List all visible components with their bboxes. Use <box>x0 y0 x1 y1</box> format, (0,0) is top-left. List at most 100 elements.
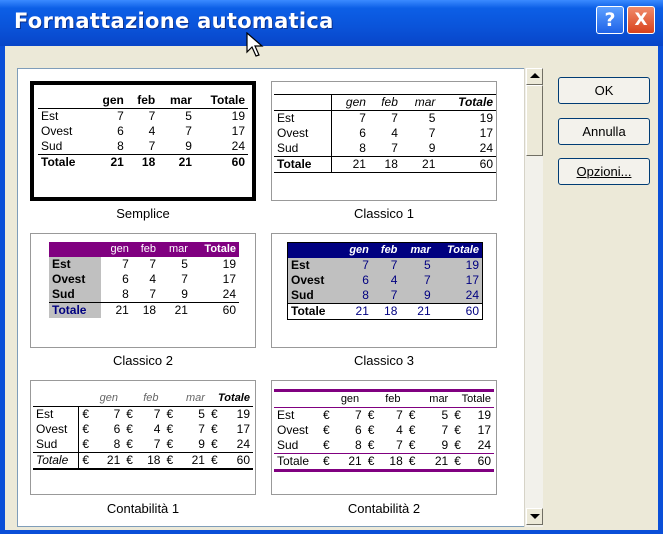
table-cell: 4 <box>153 422 161 436</box>
table-cell: € <box>82 407 90 421</box>
table-cell: 24 <box>236 437 250 451</box>
table-cell: Totale <box>274 156 333 173</box>
table-cell: 7 <box>149 257 157 271</box>
table-cell: 19 <box>222 257 236 271</box>
table-cell: 21 <box>352 157 366 171</box>
format-swatch-semplice[interactable]: gen feb mar Totale Est 7 7 5 19 Ovest 6 4 7 17 S… <box>30 81 256 201</box>
table-cell: 5 <box>181 257 188 271</box>
table-cell: 4 <box>396 423 403 437</box>
format-swatch-contabilita-2[interactable]: gen feb mar Totale Est €7 €7 €5 €19 Ovest €6 €… <box>271 380 497 495</box>
table-cell: 24 <box>477 438 491 452</box>
table-cell: € <box>166 407 174 421</box>
table-cell: 7 <box>355 408 362 422</box>
table-cell: feb <box>140 243 157 255</box>
table-cell: 7 <box>153 437 161 451</box>
table-cell: Sud <box>291 288 314 302</box>
table-cell: Ovest <box>277 423 309 437</box>
vertical-scrollbar[interactable] <box>524 68 543 527</box>
table-cell: 8 <box>117 139 124 153</box>
table-cell: 7 <box>181 272 188 286</box>
table-cell: 7 <box>359 111 366 125</box>
table-cell: 60 <box>465 304 479 318</box>
table-cell: 8 <box>362 288 369 302</box>
preview-table: gen feb mar Totale Est 7 7 5 19 Ovest 6 4 7 17 S… <box>287 242 483 320</box>
table-cell: 19 <box>231 109 245 123</box>
table-cell: € <box>454 454 461 468</box>
table-cell: 7 <box>396 408 403 422</box>
table-cell: € <box>126 453 133 467</box>
table-cell: 6 <box>355 423 362 437</box>
close-button[interactable]: X <box>627 6 655 34</box>
table-cell: 18 <box>384 157 398 171</box>
table-cell <box>38 93 91 109</box>
table-cell: 7 <box>391 111 398 125</box>
ok-button[interactable]: OK <box>558 77 650 104</box>
annulla-button[interactable]: Annulla <box>558 118 650 145</box>
table-cell: 4 <box>391 126 398 140</box>
table-cell: 24 <box>479 141 493 155</box>
annulla-label: Annulla <box>582 124 626 139</box>
table-cell: 21 <box>191 453 205 467</box>
table-cell: € <box>454 408 461 422</box>
table-cell: 9 <box>198 437 205 451</box>
table-cell: 21 <box>422 157 436 171</box>
table-cell: 4 <box>390 273 398 287</box>
table-cell: 19 <box>465 258 479 272</box>
format-swatch-classico-1[interactable]: gen feb mar Totale Est 7 7 5 19 Ovest 6 4 7 17 S… <box>271 81 497 201</box>
table-cell: gen <box>110 243 129 255</box>
table-cell <box>288 243 340 259</box>
table-cell: 60 <box>236 453 250 467</box>
table-cell: 24 <box>222 287 236 301</box>
table-cell: 4 <box>148 124 156 138</box>
scroll-thumb[interactable] <box>526 85 543 156</box>
table-cell: 19 <box>477 408 491 422</box>
table-cell: 21 <box>348 454 362 468</box>
table-cell: 60 <box>477 454 491 468</box>
table-cell: Totale <box>33 452 80 469</box>
table-cell: feb <box>385 393 401 405</box>
table-cell: € <box>454 423 461 437</box>
table-cell: € <box>322 408 330 422</box>
table-cell: mar <box>169 93 192 107</box>
table-cell: 7 <box>153 407 161 421</box>
table-cell: 60 <box>222 303 236 317</box>
format-swatch-classico-3[interactable]: gen feb mar Totale Est 7 7 5 19 Ovest 6 4 7 17 S… <box>271 233 497 348</box>
table-cell: € <box>322 438 330 452</box>
table-cell <box>33 391 79 407</box>
scroll-up-button[interactable] <box>526 68 543 85</box>
table-cell: gen <box>99 392 119 404</box>
opzioni-button[interactable]: Opzioni... <box>558 158 650 185</box>
table-cell: 21 <box>178 155 192 169</box>
table-cell: Est <box>291 258 310 272</box>
table-cell: Totale <box>277 454 310 468</box>
format-label: Semplice <box>116 206 170 221</box>
table-cell: € <box>126 422 133 436</box>
scroll-down-button[interactable] <box>526 508 543 525</box>
table-cell: Totale <box>210 93 245 107</box>
table-cell: 7 <box>117 109 124 123</box>
table-cell: Totale <box>447 244 479 256</box>
table-cell: 7 <box>198 422 205 436</box>
table-cell: € <box>408 454 416 468</box>
table-cell: feb <box>380 244 398 256</box>
format-swatch-contabilita-1[interactable]: gen feb mar Totale Est €7 €7 €5 €19 Ovest €6 €… <box>30 380 256 495</box>
table-cell: 6 <box>122 272 129 286</box>
format-swatch-classico-2[interactable]: gen feb mar Totale Est 7 7 5 19 Ovest 6 4 7 17 S… <box>30 233 256 348</box>
table-cell: 21 <box>174 303 188 317</box>
table-cell: € <box>82 453 90 467</box>
table-cell: € <box>367 408 375 422</box>
table-cell: 19 <box>479 111 493 125</box>
table-cell: 7 <box>149 287 157 301</box>
table-cell: 6 <box>113 422 121 436</box>
table-cell: € <box>82 437 90 451</box>
table-cell: gen <box>349 244 369 256</box>
table-cell: 5 <box>441 408 449 422</box>
title-bar[interactable]: Formattazione automatica ? X <box>0 0 663 46</box>
table-cell: gen <box>102 93 124 107</box>
table-cell: 6 <box>117 124 124 138</box>
table-cell: € <box>166 422 174 436</box>
table-cell: € <box>210 453 218 467</box>
table-cell: 7 <box>390 288 398 302</box>
help-button[interactable]: ? <box>596 6 624 34</box>
format-gallery[interactable]: gen feb mar Totale Est 7 7 5 19 Ovest 6 4 7 17 S… <box>17 68 525 527</box>
